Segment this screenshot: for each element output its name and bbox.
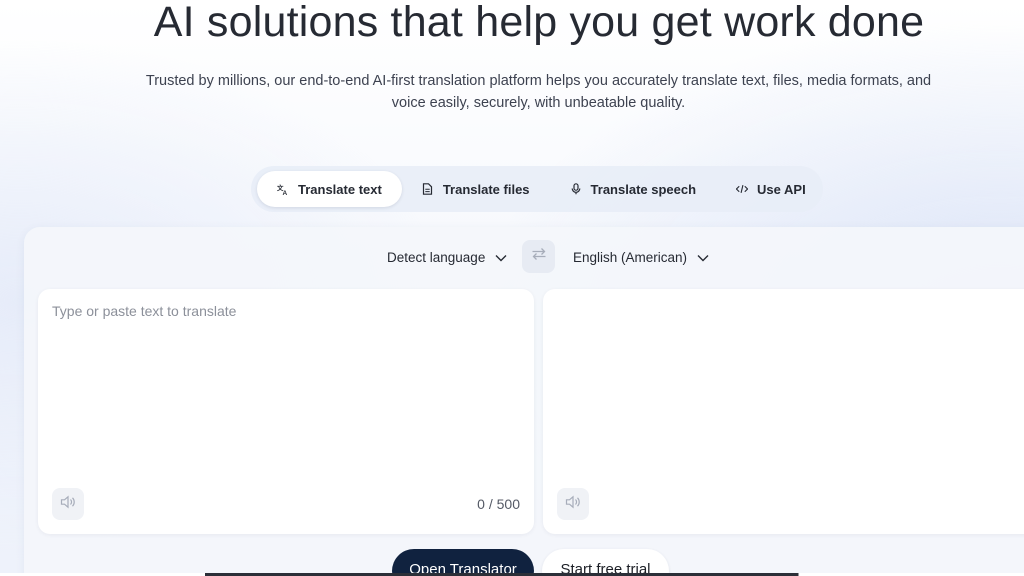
- tab-translate-files[interactable]: Translate files: [402, 171, 550, 207]
- svg-text:A: A: [283, 190, 288, 196]
- microphone-icon: [570, 183, 582, 195]
- tab-label: Translate files: [442, 181, 530, 197]
- source-text-input[interactable]: [52, 303, 517, 473]
- tab-label: Translate speech: [590, 181, 697, 197]
- source-language-select[interactable]: Detect language: [387, 240, 507, 274]
- source-language-label: Detect language: [387, 249, 486, 265]
- tab-label: Translate text: [298, 181, 382, 197]
- speaker-icon: [565, 494, 581, 514]
- open-translator-button[interactable]: Open Translator: [392, 549, 534, 576]
- target-text-box: [543, 289, 1024, 534]
- hero-subtitle-line-1: Trusted by millions, our end-to-end AI-f…: [145, 73, 932, 89]
- translate-icon: 文 A: [277, 183, 289, 196]
- language-selector-row: Detect language English (American): [0, 240, 1024, 274]
- tab-translate-text[interactable]: 文 A Translate text: [257, 171, 402, 207]
- speaker-icon: [60, 494, 76, 514]
- character-count: 0 / 500: [477, 496, 520, 512]
- source-text-box: 0 / 500: [38, 289, 534, 534]
- chevron-down-icon: [495, 250, 507, 265]
- source-listen-button[interactable]: [52, 488, 84, 520]
- chevron-down-icon: [697, 250, 709, 265]
- swap-languages-button[interactable]: [522, 240, 555, 273]
- hero-subtitle: Trusted by millions, our end-to-end AI-f…: [130, 70, 947, 114]
- tab-use-api[interactable]: Use API: [716, 171, 826, 207]
- tab-translate-speech[interactable]: Translate speech: [550, 171, 717, 207]
- swap-arrows-icon: [531, 247, 547, 266]
- translation-mode-tabs: 文 A Translate text Translate files Trans…: [251, 166, 823, 212]
- hero-title: AI solutions that help you get work done: [153, 0, 925, 46]
- document-icon: [422, 183, 434, 195]
- start-free-trial-button[interactable]: Start free trial: [542, 549, 669, 576]
- target-language-label: English (American): [573, 249, 688, 265]
- tab-label: Use API: [757, 181, 806, 197]
- hero-subtitle-line-2: voice easily, securely, with unbeatable …: [391, 95, 686, 111]
- target-listen-button[interactable]: [557, 488, 589, 520]
- target-language-select[interactable]: English (American): [573, 240, 709, 274]
- code-icon: [736, 183, 749, 195]
